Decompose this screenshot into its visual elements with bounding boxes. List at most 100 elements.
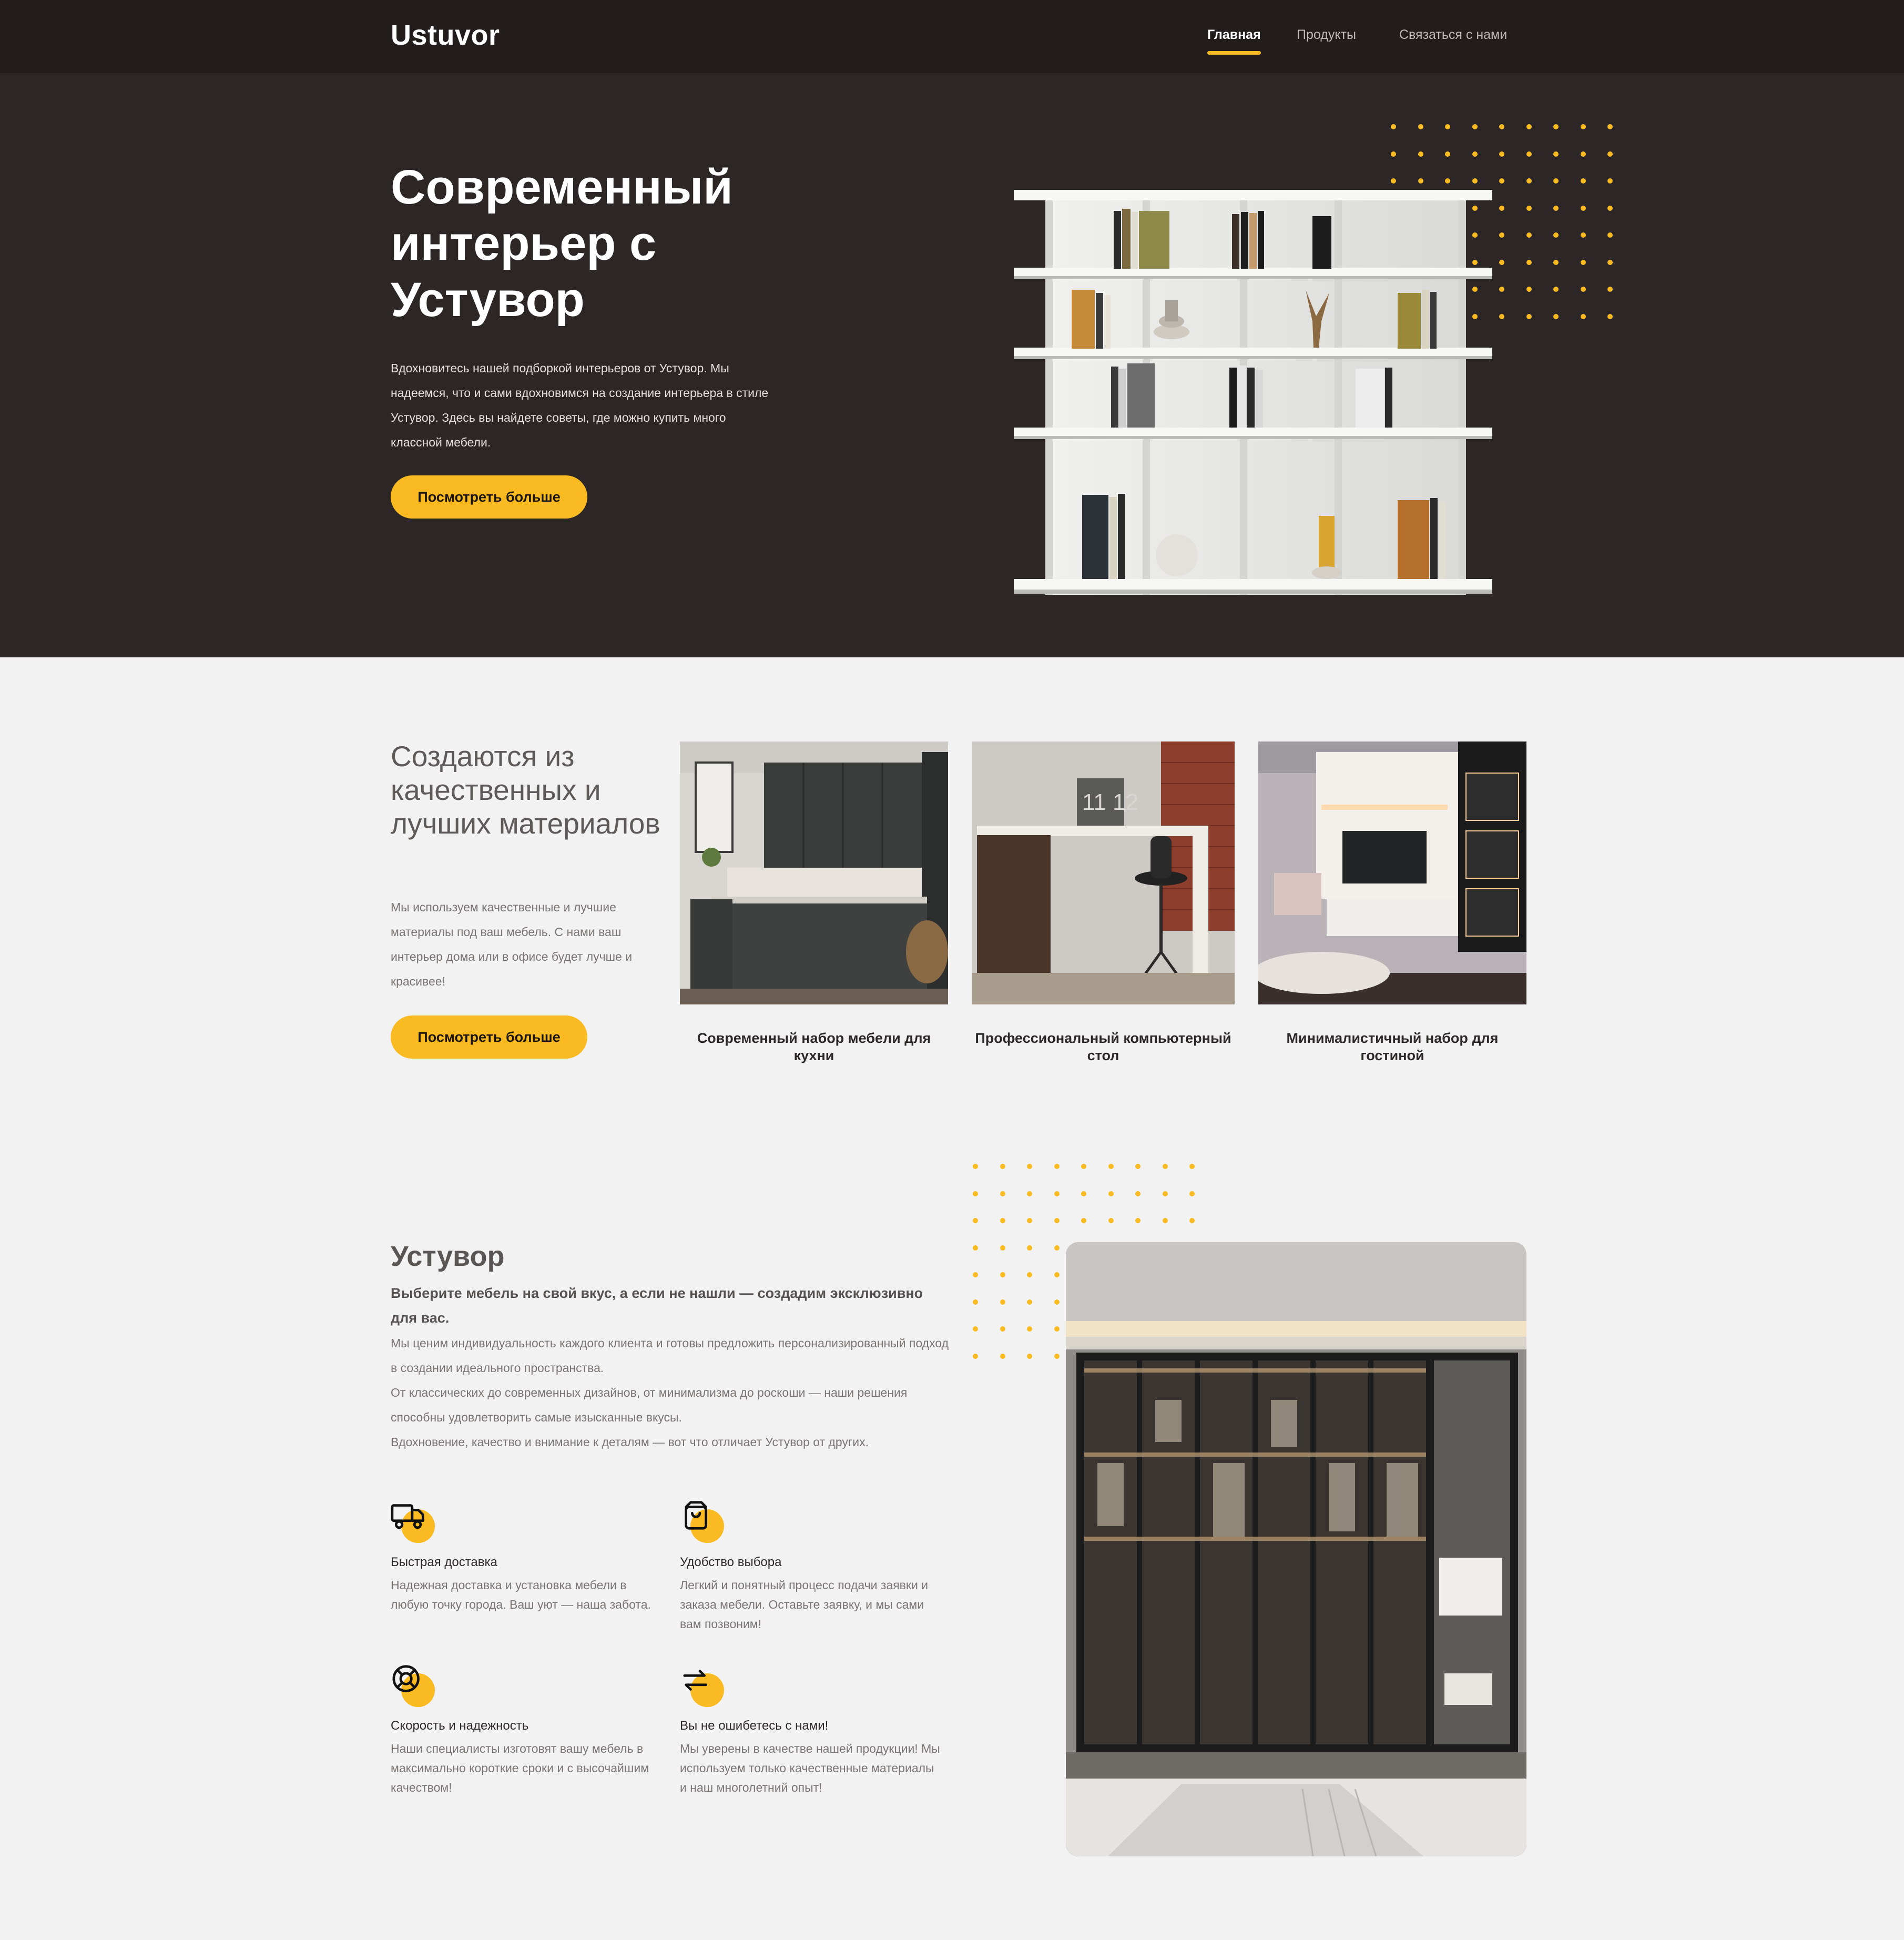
kitchen-card-image[interactable] [680,742,948,1004]
decorative-dot [1526,178,1532,184]
decorative-dot [1000,1326,1005,1332]
decorative-dot [1108,1218,1114,1223]
decorative-dot [1445,178,1450,184]
decorative-dot [973,1326,978,1332]
living-room-card-image[interactable] [1258,742,1526,1004]
decorative-dot [1135,1164,1141,1169]
decorative-dot [1499,205,1504,211]
decorative-dot [1607,232,1613,238]
decorative-dot [1418,151,1423,157]
decorative-dot [1553,259,1559,265]
decorative-dot [1553,287,1559,292]
nav-item-products[interactable]: Продукты [1297,27,1356,43]
hero-title: Современный интерьер с Устувор [391,160,733,327]
hero-description: Вдохновитесь нашей подборкой интерьеров … [391,361,769,449]
feature-text: Легкий и понятный процесс подачи заявки … [680,1578,929,1631]
decorative-dot [1054,1353,1060,1359]
decorative-dot [1526,232,1532,238]
decorative-dot [1472,124,1478,129]
decorative-dot [1189,1218,1195,1223]
decorative-dot [1189,1191,1195,1196]
about-paragraph: От классических до современных дизайнов,… [391,1386,908,1424]
materials-view-more-button[interactable]: Посмотреть больше [391,1015,587,1059]
decorative-dot [1162,1191,1168,1196]
decorative-dot [1607,151,1613,157]
decorative-dot [1189,1164,1195,1169]
decorative-dot [1054,1191,1060,1196]
decorative-dot [1000,1191,1005,1196]
decorative-dot [1580,232,1586,238]
decorative-dot [1580,124,1586,129]
bookshelf-image [1014,190,1492,595]
wardrobe-image [1066,1242,1526,1856]
feature-title: Скорость и надежность [391,1719,529,1733]
decorative-dot [1607,124,1613,129]
decorative-dot [1027,1245,1032,1251]
about-title: Устувор [391,1241,505,1272]
decorative-dot [1054,1164,1060,1169]
decorative-dot [1135,1218,1141,1223]
nav-item-label: Главная [1207,27,1261,42]
decorative-dot [1000,1299,1005,1305]
decorative-dot [1472,178,1478,184]
decorative-dot [1162,1218,1168,1223]
nav-item-contact[interactable]: Связаться с нами [1399,27,1507,43]
decorative-dot [1553,313,1559,319]
decorative-dot [1000,1272,1005,1277]
decorative-dot [1391,151,1396,157]
decorative-dot [1000,1245,1005,1251]
decorative-dot [1580,313,1586,319]
decorative-dot [1418,178,1423,184]
decorative-dot [1499,287,1504,292]
decorative-dot [1499,178,1504,184]
decorative-dot [1580,205,1586,211]
decorative-dot [1081,1191,1086,1196]
shopping-bag-icon [680,1498,732,1550]
about-subtitle: Выберите мебель на свой вкус, а если не … [391,1285,923,1326]
lifebuoy-icon [391,1662,443,1714]
desk-card-caption[interactable]: Профессиональный компьютерный стол [972,1030,1235,1064]
decorative-dot [1081,1164,1086,1169]
nav-item-label: Продукты [1297,27,1356,42]
decorative-dot [1580,151,1586,157]
decorative-dot [1027,1191,1032,1196]
decorative-dot [1027,1164,1032,1169]
decorative-dot [1135,1191,1141,1196]
decorative-dot [1391,124,1396,129]
feature-text: Надежная доставка и установка мебели в л… [391,1578,651,1611]
truck-icon [391,1498,443,1550]
decorative-dot [1553,151,1559,157]
decorative-dot [973,1245,978,1251]
decorative-dot [1000,1218,1005,1223]
decorative-dot [1391,178,1396,184]
living-room-card-caption[interactable]: Минималистичный набор для гостиной [1258,1030,1526,1064]
feature-title: Удобство выбора [680,1555,782,1569]
decorative-dot [1526,259,1532,265]
decorative-dot [1607,313,1613,319]
decorative-dot [973,1299,978,1305]
decorative-dot [1580,287,1586,292]
decorative-dot [1162,1164,1168,1169]
decorative-dot [1000,1164,1005,1169]
desk-card-image[interactable]: 11 12 [972,742,1235,1004]
nav-active-indicator [1207,51,1261,55]
feature-title: Вы не ошибетесь с нами! [680,1719,829,1733]
decorative-dot [1607,259,1613,265]
decorative-dot [1499,151,1504,157]
decorative-dot [1418,124,1423,129]
feature-text: Наши специалисты изготовят вашу мебель в… [391,1742,649,1794]
decorative-dot [1027,1272,1032,1277]
decorative-dot [1499,313,1504,319]
decorative-dot [1607,205,1613,211]
decorative-dot [1526,205,1532,211]
nav-item-home[interactable]: Главная [1207,27,1261,55]
decorative-dot [1526,151,1532,157]
decorative-dot [1054,1272,1060,1277]
about-paragraph: Мы ценим индивидуальность каждого клиент… [391,1336,949,1375]
hero-view-more-button[interactable]: Посмотреть больше [391,475,587,519]
decorative-dot [1054,1218,1060,1223]
decorative-dot [973,1218,978,1223]
decorative-dot [1526,313,1532,319]
decorative-dot [1000,1353,1005,1359]
kitchen-card-caption[interactable]: Современный набор мебели для кухни [680,1030,948,1064]
